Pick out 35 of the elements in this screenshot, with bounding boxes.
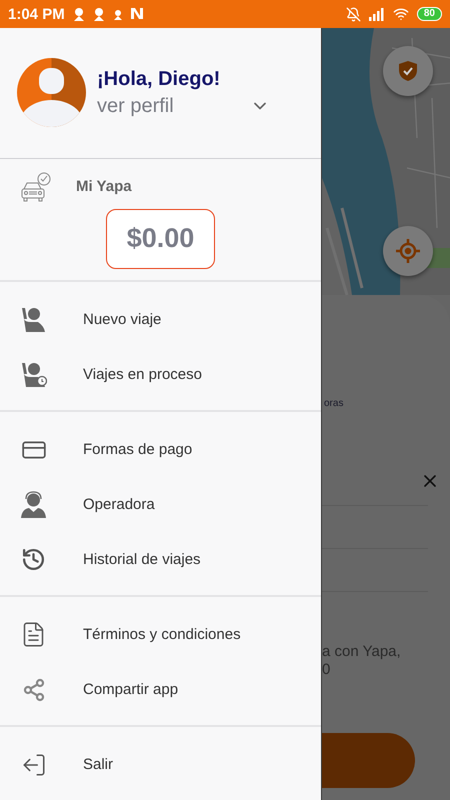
primary-button[interactable] <box>322 733 415 788</box>
wallet-title: Mi Yapa <box>76 178 132 196</box>
menu-item[interactable]: Historial de viajes <box>0 532 321 587</box>
operator-headset-icon <box>21 491 46 518</box>
bell-off-icon <box>346 6 361 22</box>
share-icon <box>22 678 46 702</box>
person-notification-icon <box>92 6 105 22</box>
menu-item[interactable]: Viajes en proceso <box>0 347 321 402</box>
crosshair-icon <box>395 238 421 264</box>
menu-item[interactable]: Operadora <box>0 477 321 532</box>
person-raised-hand-icon <box>20 306 47 333</box>
person-notification-icon <box>72 6 85 22</box>
view-profile-link[interactable]: ver perfil <box>97 94 174 118</box>
sheet-note: a con Yapa, <box>322 643 402 661</box>
history-icon <box>21 547 46 572</box>
logout-icon <box>20 752 46 778</box>
avatar[interactable] <box>17 58 86 128</box>
person-notification-icon <box>112 8 123 20</box>
menu-item[interactable]: Compartir app <box>0 662 321 717</box>
signal-icon <box>368 7 385 21</box>
greeting: ¡Hola, Diego! <box>97 68 222 91</box>
menu-item[interactable]: Formas de pago <box>0 422 321 477</box>
sheet-note: 0 <box>322 661 332 679</box>
menu-item[interactable]: Nuevo viaje <box>0 292 321 347</box>
wifi-icon <box>392 6 409 22</box>
status-time: 1:04 PM <box>8 6 65 22</box>
taxi-check-icon <box>20 170 52 203</box>
shield-check-icon <box>398 60 418 82</box>
option-label: oras <box>324 398 344 409</box>
menu-item[interactable]: Salir <box>0 737 321 792</box>
battery-icon: 80 <box>416 7 442 21</box>
n-app-icon <box>130 8 144 20</box>
menu-item[interactable]: Términos y condiciones <box>0 607 321 662</box>
person-clock-icon <box>20 361 47 388</box>
balance-amount: $0.00 <box>106 208 215 269</box>
